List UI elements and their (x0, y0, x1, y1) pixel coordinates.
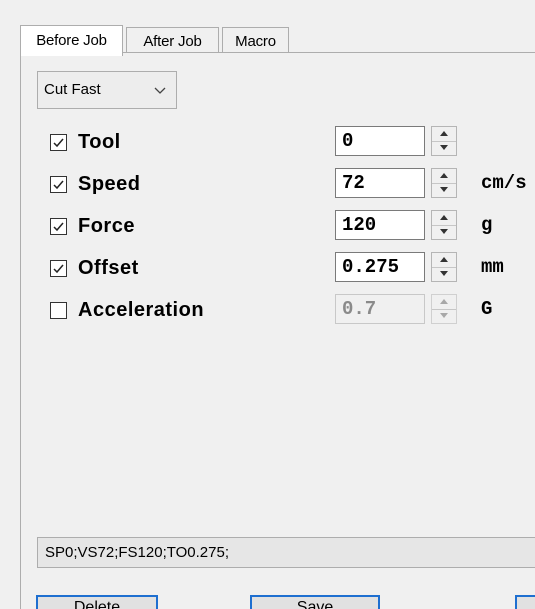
spin-down-icon[interactable] (432, 267, 456, 281)
extra-button[interactable] (515, 595, 535, 609)
acceleration-unit: G (481, 298, 493, 320)
spin-down-icon[interactable] (432, 141, 456, 155)
force-spinner[interactable] (431, 210, 457, 240)
tool-checkbox[interactable] (50, 134, 67, 151)
force-label: Force (78, 215, 135, 237)
force-checkbox[interactable] (50, 218, 67, 235)
offset-checkbox[interactable] (50, 260, 67, 277)
spin-up-icon[interactable] (432, 211, 456, 226)
speed-checkbox[interactable] (50, 176, 67, 193)
offset-label: Offset (78, 257, 139, 279)
offset-spinner[interactable] (431, 252, 457, 282)
force-unit: g (481, 214, 493, 236)
tab-macro[interactable]: Macro (222, 27, 289, 54)
speed-value-input[interactable]: 72 (335, 168, 425, 198)
checkmark-icon (53, 222, 64, 232)
tool-spinner[interactable] (431, 126, 457, 156)
spin-down-icon[interactable] (432, 225, 456, 239)
tab-before-job[interactable]: Before Job (20, 25, 123, 56)
checkmark-icon (53, 138, 64, 148)
command-output-field[interactable]: SP0;VS72;FS120;TO0.275; (37, 537, 535, 568)
spin-up-icon[interactable] (432, 295, 456, 310)
acceleration-value-input[interactable]: 0.7 (335, 294, 425, 324)
speed-label: Speed (78, 173, 141, 195)
preset-dropdown[interactable]: Cut Fast (37, 71, 177, 109)
preset-selected-value: Cut Fast (44, 81, 101, 98)
save-button[interactable]: Save (250, 595, 380, 609)
spin-up-icon[interactable] (432, 169, 456, 184)
spin-down-icon[interactable] (432, 309, 456, 323)
tool-value-input[interactable]: 0 (335, 126, 425, 156)
checkmark-icon (53, 180, 64, 190)
tab-after-job[interactable]: After Job (126, 27, 219, 54)
chevron-down-icon (152, 72, 168, 108)
spin-up-icon[interactable] (432, 253, 456, 268)
force-value-input[interactable]: 120 (335, 210, 425, 240)
acceleration-checkbox[interactable] (50, 302, 67, 319)
offset-unit: mm (481, 256, 504, 278)
job-settings-window: Before Job After Job Macro Cut Fast Tool… (0, 0, 535, 609)
speed-spinner[interactable] (431, 168, 457, 198)
speed-unit: cm/s (481, 172, 527, 194)
acceleration-label: Acceleration (78, 299, 205, 321)
checkmark-icon (53, 264, 64, 274)
delete-button[interactable]: Delete (36, 595, 158, 609)
spin-up-icon[interactable] (432, 127, 456, 142)
tool-label: Tool (78, 131, 121, 153)
acceleration-spinner[interactable] (431, 294, 457, 324)
spin-down-icon[interactable] (432, 183, 456, 197)
offset-value-input[interactable]: 0.275 (335, 252, 425, 282)
